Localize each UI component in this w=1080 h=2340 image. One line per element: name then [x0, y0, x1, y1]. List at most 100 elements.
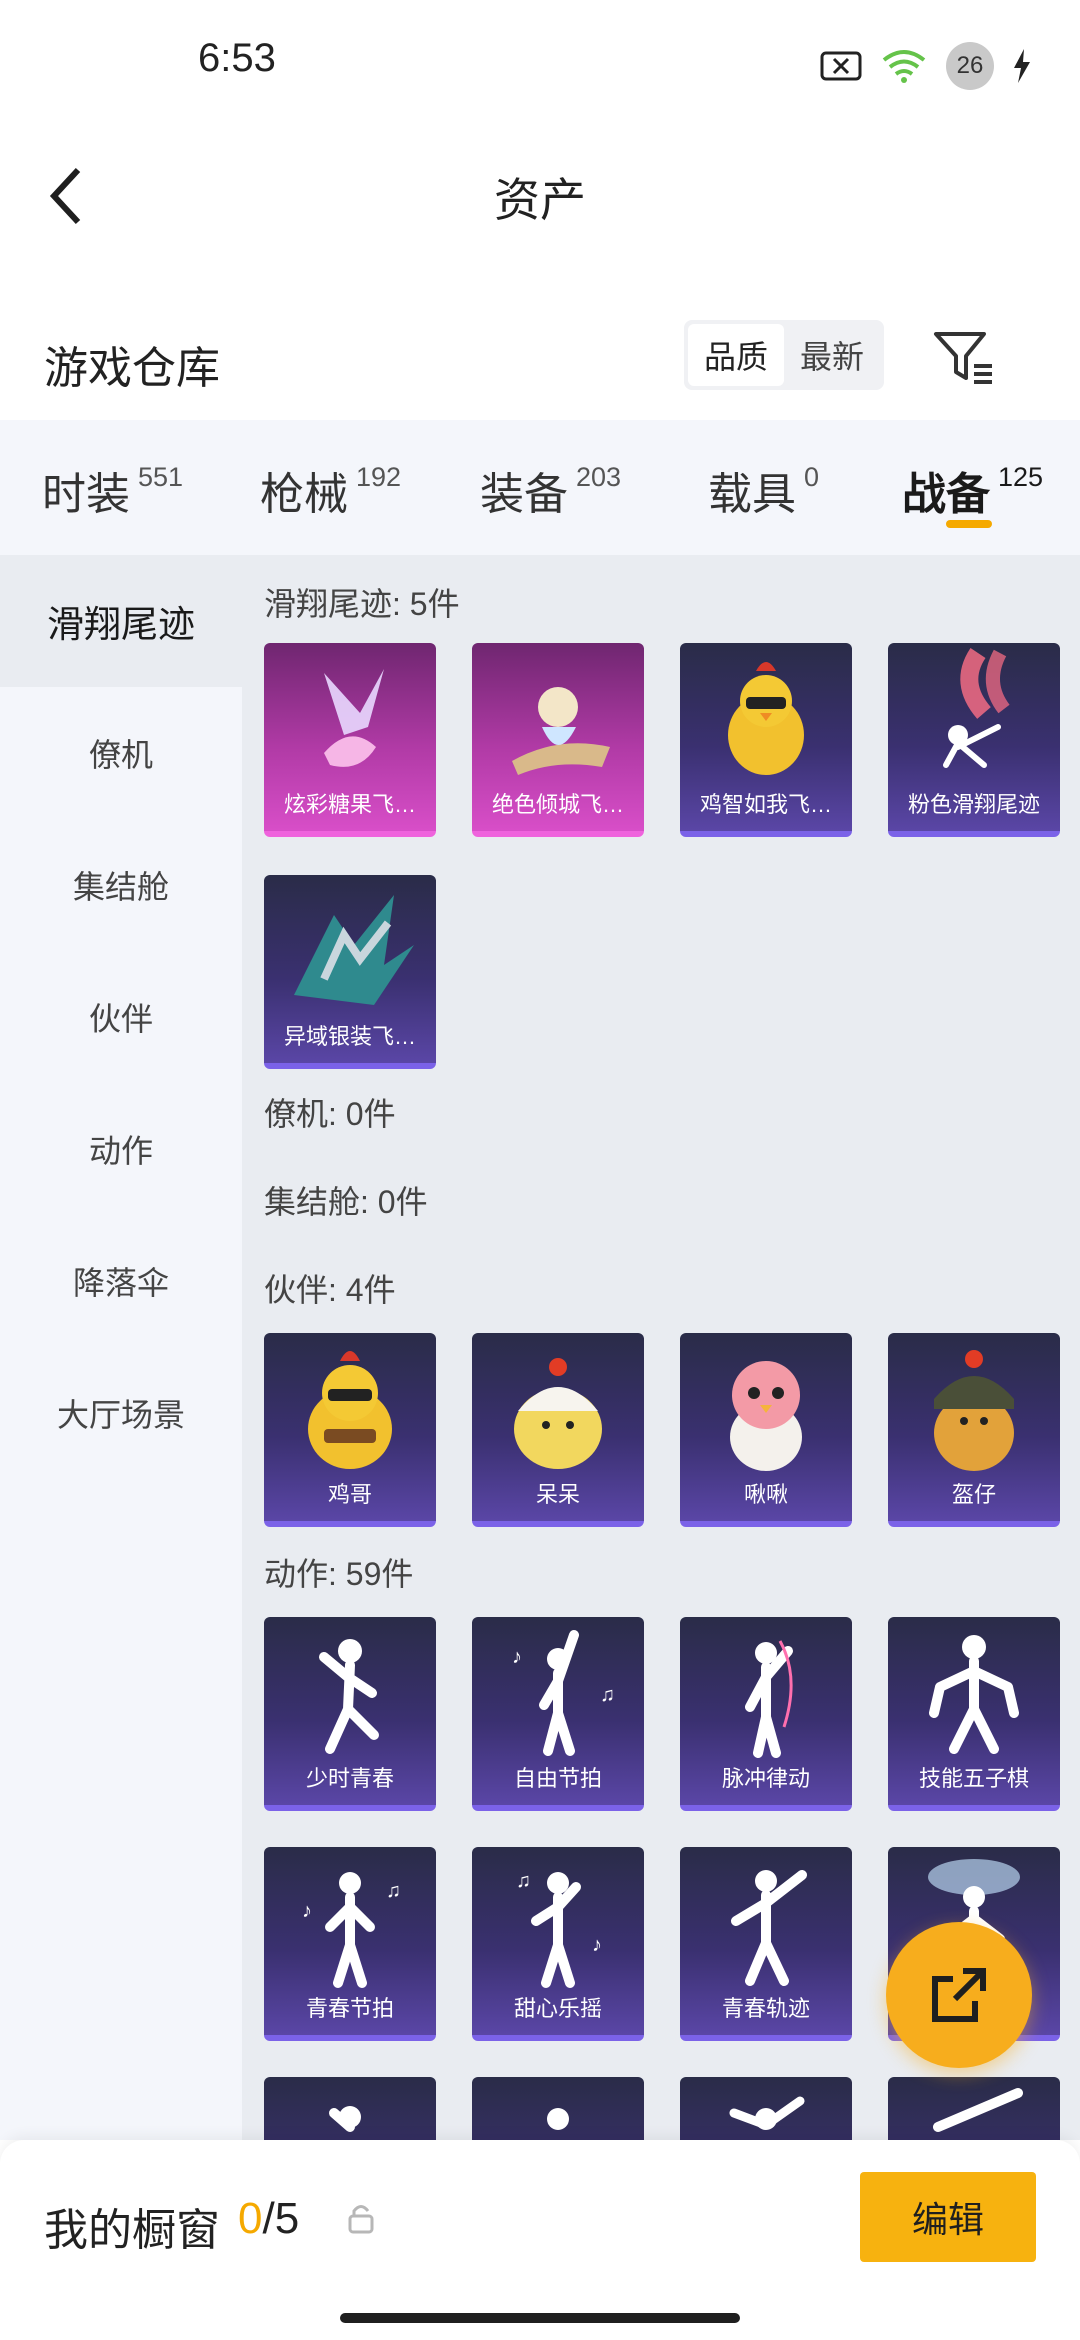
- showcase-total: /5: [262, 2194, 300, 2243]
- sort-toggle: 品质 最新: [684, 320, 884, 390]
- section-title-wingman: 僚机: 0件: [264, 1096, 396, 1132]
- tab-battle-gear[interactable]: 战备 125: [902, 458, 1043, 522]
- category-tabs: 时装 551 枪械 192 装备 203 载具 0 战备 125: [0, 420, 1080, 555]
- item-card[interactable]: 盔仔: [888, 1333, 1060, 1527]
- candy-trail-icon: [324, 669, 384, 767]
- item-card[interactable]: 鸡智如我飞…: [680, 643, 852, 837]
- tab-count: 192: [356, 462, 402, 492]
- item-name: 青春轨迹: [721, 1996, 810, 2021]
- warehouse-title: 游戏仓库: [44, 344, 220, 393]
- item-card[interactable]: 脉冲律动: [680, 1617, 852, 1811]
- tab-vehicles[interactable]: 载具 0: [708, 458, 819, 522]
- item-card[interactable]: [472, 2077, 644, 2140]
- dance-pose-icon: ♪♫: [302, 1872, 401, 1988]
- tab-label: 装备: [480, 470, 568, 519]
- dance-pose-icon: [329, 2106, 361, 2132]
- item-card[interactable]: 青春轨迹: [680, 1847, 852, 2041]
- item-name: 自由节拍: [513, 1766, 602, 1791]
- item-name: 盔仔: [951, 1482, 996, 1507]
- item-card[interactable]: ♪ ♫ 青春节拍: [264, 1847, 436, 2041]
- tab-equipment[interactable]: 装备 203: [480, 458, 621, 522]
- svg-text:♪: ♪: [592, 1934, 602, 1956]
- status-icons: 26: [820, 42, 1032, 90]
- chick-partner-icon: [514, 1358, 602, 1469]
- filter-icon[interactable]: [930, 324, 996, 390]
- pink-bird-partner-icon: [730, 1361, 802, 1471]
- dance-pose-icon: [547, 2108, 569, 2130]
- status-time: 6:53: [198, 36, 276, 80]
- section-title-pod: 集结舱: 0件: [264, 1184, 428, 1220]
- item-name: 青春节拍: [305, 1996, 394, 2021]
- svg-text:♫: ♫: [516, 1870, 531, 1892]
- item-name: 少时青春: [305, 1766, 394, 1791]
- chicken-trail-icon: [728, 662, 804, 775]
- sidebar: 滑翔尾迹 僚机 集结舱 伙伴 动作 降落伞 大厅场景: [0, 555, 242, 2140]
- svg-text:♫: ♫: [600, 1684, 615, 1706]
- sidebar-item-rally-pod[interactable]: 集结舱: [0, 819, 242, 951]
- home-indicator[interactable]: [340, 2313, 740, 2323]
- dance-pose-icon: [745, 1640, 793, 1758]
- showcase-current: 0: [238, 2194, 263, 2243]
- item-name: 鸡智如我飞…: [699, 792, 832, 817]
- item-card[interactable]: ♪ ♫ 自由节拍: [472, 1617, 644, 1811]
- sidebar-item-partner[interactable]: 伙伴: [0, 951, 242, 1083]
- sidebar-item-wingman[interactable]: 僚机: [0, 687, 242, 819]
- section-title-partner: 伙伴: 4件: [264, 1272, 396, 1308]
- item-card[interactable]: 绝色倾城飞…: [472, 643, 644, 837]
- showcase-count: 0 /5: [238, 2194, 299, 2244]
- item-name: 炫彩糖果飞…: [283, 792, 416, 817]
- item-card[interactable]: [680, 2077, 852, 2140]
- item-card[interactable]: [264, 2077, 436, 2140]
- wifi-icon: [882, 50, 926, 83]
- beauty-trail-icon: [512, 687, 610, 775]
- item-card[interactable]: 异域银装飞…: [264, 875, 436, 1069]
- tab-label: 载具: [708, 470, 796, 519]
- tab-weapons[interactable]: 枪械 192: [260, 458, 401, 522]
- warehouse-row: 游戏仓库 品质 最新: [0, 310, 1080, 420]
- tab-count: 551: [138, 462, 184, 492]
- tab-fashion[interactable]: 时装 551: [42, 458, 183, 522]
- sidebar-item-glide-trail[interactable]: 滑翔尾迹: [0, 555, 242, 687]
- item-card[interactable]: 粉色滑翔尾迹: [888, 643, 1060, 837]
- helmet-chick-partner-icon: [934, 1350, 1014, 1471]
- dance-pose-icon: [729, 2096, 805, 2130]
- dance-pose-icon: [929, 1635, 1019, 1754]
- share-fab-button[interactable]: [886, 1922, 1032, 2068]
- item-grid: 滑翔尾迹: 5件 炫彩糖果飞… 绝色倾城飞… 鸡智如我飞… 粉色滑翔尾迹 异域银…: [242, 555, 1080, 2140]
- item-card[interactable]: ♫ ♪ 甜心乐摇: [472, 1847, 644, 2041]
- sidebar-item-lobby-scene[interactable]: 大厅场景: [0, 1347, 242, 1479]
- item-card[interactable]: 鸡哥: [264, 1333, 436, 1527]
- silver-trail-icon: [294, 895, 414, 1005]
- item-card[interactable]: 少时青春: [264, 1617, 436, 1811]
- item-card[interactable]: [888, 2077, 1060, 2140]
- item-card[interactable]: 啾啾: [680, 1333, 852, 1527]
- item-card[interactable]: 呆呆: [472, 1333, 644, 1527]
- tab-label: 战备: [902, 470, 990, 519]
- item-card[interactable]: 技能五子棋: [888, 1617, 1060, 1811]
- charging-icon: [1014, 49, 1030, 83]
- item-name: 脉冲律动: [721, 1766, 810, 1791]
- item-card[interactable]: 炫彩糖果飞…: [264, 643, 436, 837]
- sort-quality-button[interactable]: 品质: [688, 324, 784, 386]
- section-title-glide: 滑翔尾迹: 5件: [264, 586, 460, 622]
- item-name: 粉色滑翔尾迹: [907, 792, 1040, 817]
- chicken-partner-icon: [308, 1351, 392, 1469]
- external-link-icon: [932, 1968, 986, 2022]
- lock-icon: [348, 2205, 374, 2234]
- item-name: 呆呆: [535, 1482, 580, 1507]
- sidebar-item-parachute[interactable]: 降落伞: [0, 1215, 242, 1347]
- showcase-bar: 我的橱窗 0 /5 编辑: [0, 2140, 1080, 2340]
- notification-off-icon: [820, 51, 862, 81]
- status-bar: 6:53 26: [0, 0, 1080, 130]
- tab-count: 0: [804, 462, 820, 492]
- sidebar-item-emote[interactable]: 动作: [0, 1083, 242, 1215]
- dance-pose-icon: [933, 2088, 1023, 2132]
- sort-newest-button[interactable]: 最新: [784, 324, 880, 386]
- edit-button[interactable]: 编辑: [860, 2172, 1036, 2262]
- item-name: 异域银装飞…: [283, 1024, 416, 1049]
- svg-text:♪: ♪: [302, 1900, 312, 1922]
- pink-trail-icon: [943, 648, 1010, 768]
- battery-icon: 26: [946, 42, 994, 90]
- app-header: 资产: [0, 130, 1080, 270]
- tab-label: 时装: [42, 470, 130, 519]
